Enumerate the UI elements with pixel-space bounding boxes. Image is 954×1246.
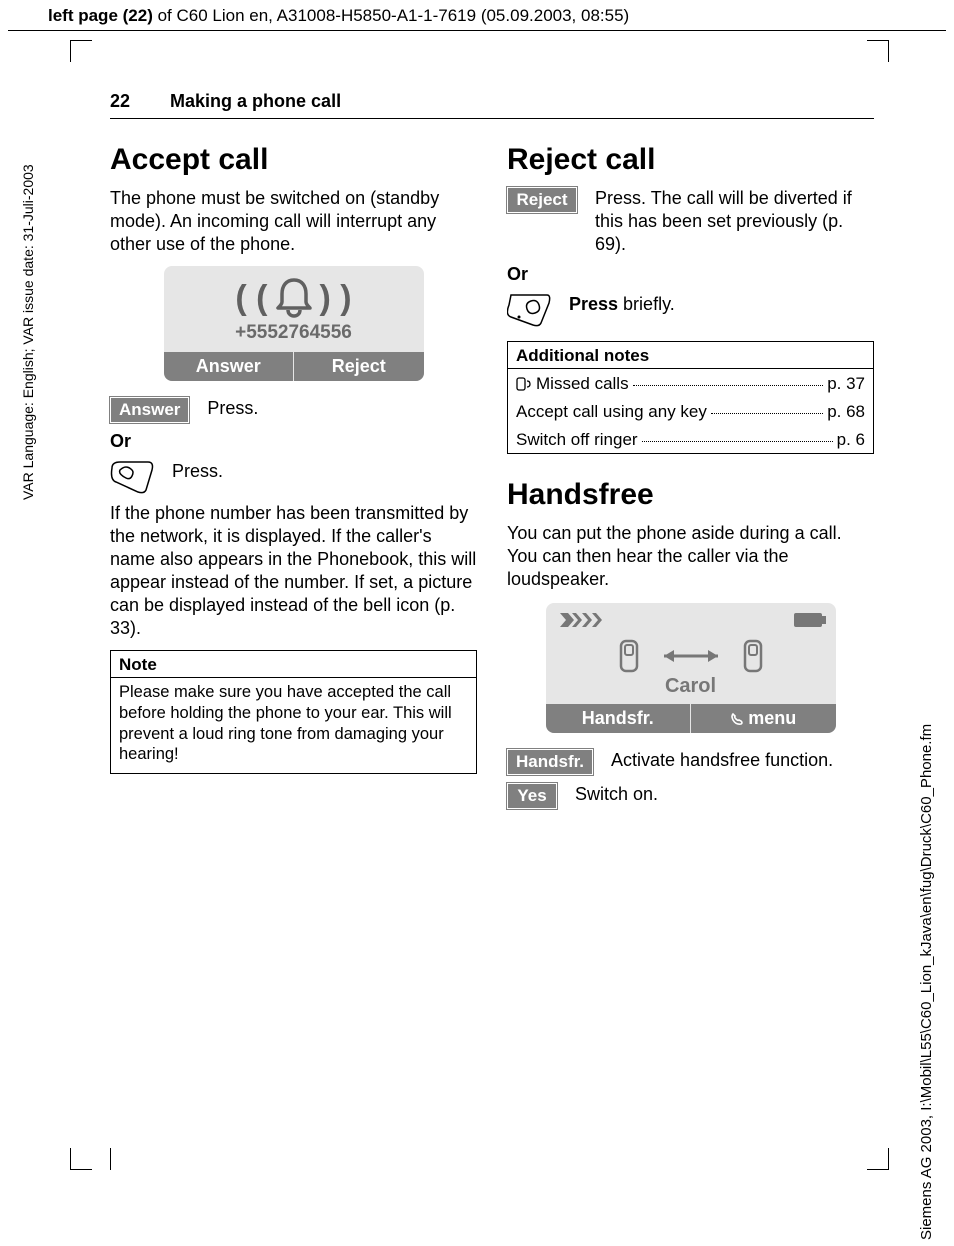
signal-icon: [560, 611, 606, 629]
note-body: Please make sure you have accepted the c…: [111, 678, 476, 773]
end-key-icon[interactable]: [507, 293, 551, 327]
additional-note-page: p. 68: [827, 402, 865, 422]
leader-dots: [642, 425, 833, 442]
crop-mark: [70, 1148, 92, 1170]
ringing-bell-row: ( ( ) ): [164, 276, 424, 320]
phone-icon: [618, 639, 640, 673]
running-head: 22 Making a phone call: [110, 91, 874, 119]
left-column: Accept call The phone must be switched o…: [110, 135, 477, 817]
yes-action-text: Switch on.: [575, 783, 658, 806]
softkey-menu-label: menu: [748, 708, 796, 728]
additional-notes-box: Additional notes Missed calls p. 37 Acce…: [507, 341, 874, 454]
answer-button-label[interactable]: Answer: [110, 397, 189, 423]
additional-note-label: Missed calls: [516, 374, 629, 394]
crop-mark: [110, 1148, 112, 1170]
softkey-answer[interactable]: Answer: [164, 352, 295, 381]
yes-button-label[interactable]: Yes: [507, 783, 557, 809]
softkey-handsfree[interactable]: Handsfr.: [546, 704, 692, 733]
header-bold: left page (22): [48, 6, 153, 25]
softkey-reject[interactable]: Reject: [294, 352, 424, 381]
softkey-menu[interactable]: menu: [691, 704, 836, 733]
accept-call-details: If the phone number has been transmitted…: [110, 502, 477, 640]
additional-notes-heading: Additional notes: [508, 342, 873, 369]
softkey-bar: Handsfr. menu: [546, 704, 836, 733]
accept-call-intro: The phone must be switched on (standby m…: [110, 187, 477, 256]
right-column: Reject call Reject Press. The call will …: [507, 135, 874, 817]
note-heading: Note: [111, 651, 476, 678]
additional-note-label: Accept call using any key: [516, 402, 707, 422]
additional-note-page: p. 6: [837, 430, 865, 450]
additional-note-label: Switch off ringer: [516, 430, 638, 450]
handsfree-graphic: [546, 639, 836, 673]
end-key-text: Press briefly.: [569, 293, 675, 316]
handsfree-action-text: Activate handsfree function.: [611, 749, 833, 772]
missed-call-icon: [516, 377, 532, 391]
reject-button-label[interactable]: Reject: [507, 187, 577, 213]
reject-call-heading: Reject call: [507, 143, 874, 177]
bell-icon: [274, 276, 314, 320]
additional-note-page: p. 37: [827, 374, 865, 394]
handsfree-button-label[interactable]: Handsfr.: [507, 749, 593, 775]
print-header: left page (22) of C60 Lion en, A31008-H5…: [8, 0, 946, 31]
reject-action-text: Press. The call will be diverted if this…: [595, 187, 874, 256]
caller-name: Carol: [546, 675, 836, 698]
battery-icon: [794, 613, 822, 627]
call-key-text: Press.: [172, 460, 223, 483]
answer-action-text: Press.: [207, 397, 258, 420]
additional-note-row: Accept call using any key p. 68: [508, 397, 873, 425]
accept-call-heading: Accept call: [110, 143, 477, 177]
additional-note-row: Switch off ringer p. 6: [508, 425, 873, 453]
sound-wave-right-icon: ) ): [320, 279, 352, 318]
handsfree-heading: Handsfree: [507, 478, 874, 512]
caller-number: +5552764556: [164, 322, 424, 344]
end-key-text-rest: briefly.: [618, 294, 675, 314]
handsfree-intro: You can put the phone aside during a cal…: [507, 522, 874, 591]
note-box: Note Please make sure you have accepted …: [110, 650, 477, 774]
additional-note-row: Missed calls p. 37: [508, 369, 873, 397]
end-key-text-bold: Press: [569, 294, 618, 314]
crop-mark: [867, 1148, 889, 1170]
call-icon: [730, 712, 744, 726]
softkey-bar: Answer Reject: [164, 352, 424, 381]
leader-dots: [711, 397, 823, 414]
incoming-call-screen: ( ( ) ) +5552764556 Answer Reject: [164, 266, 424, 381]
header-rest: of C60 Lion en, A31008-H5850-A1-1-7619 (…: [153, 6, 629, 25]
sound-wave-left-icon: ( (: [235, 279, 267, 318]
phone-icon: [742, 639, 764, 673]
call-key-icon[interactable]: [110, 460, 154, 494]
running-title: Making a phone call: [170, 91, 341, 112]
handsfree-screen: Carol Handsfr. menu: [546, 603, 836, 733]
status-bar: [546, 611, 836, 633]
or-label: Or: [110, 431, 477, 452]
leader-dots: [633, 369, 824, 386]
double-arrow-icon: [656, 647, 726, 665]
or-label: Or: [507, 264, 874, 285]
page-number: 22: [110, 91, 130, 112]
